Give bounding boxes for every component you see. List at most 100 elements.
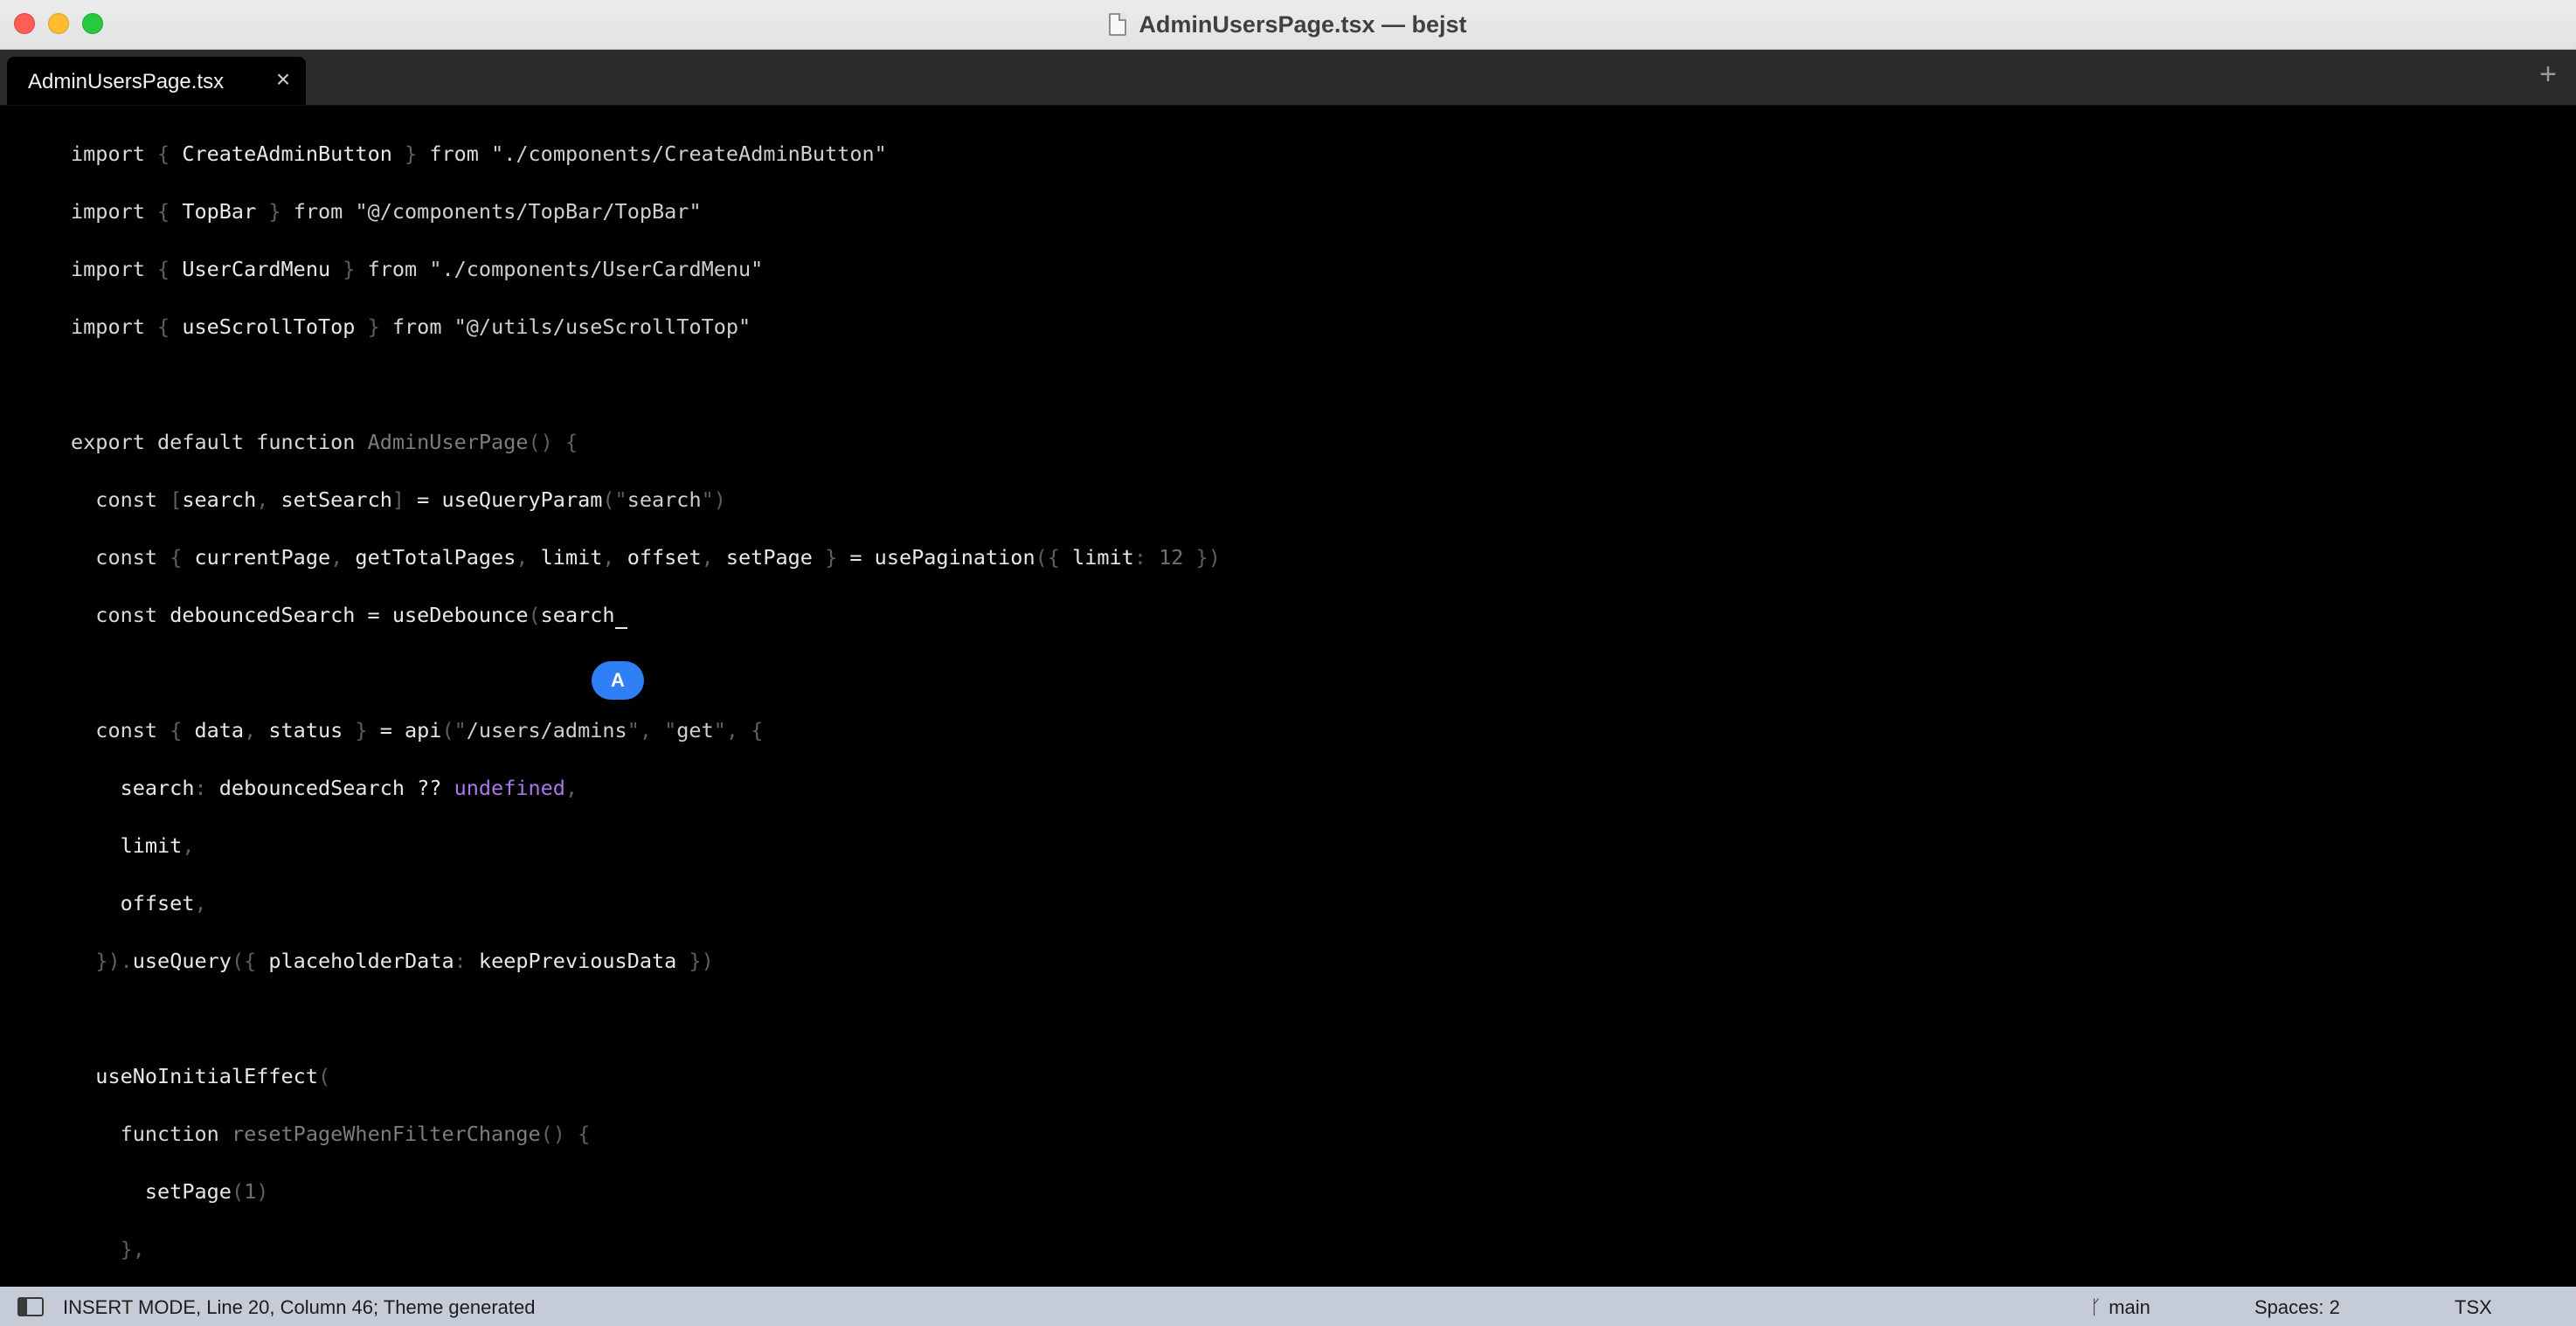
code-token: 1 xyxy=(244,1179,257,1204)
code-token: from xyxy=(367,257,430,281)
code-token: { xyxy=(170,545,195,570)
code-token: = usePagination xyxy=(837,545,1035,570)
code-token: (" xyxy=(441,718,467,742)
code-line[interactable] xyxy=(71,653,1221,711)
code-token: search xyxy=(71,776,195,800)
code-line[interactable]: import { TopBar } from "@/components/Top… xyxy=(71,192,1221,250)
code-token: resetPageWhenFilterChange xyxy=(231,1122,541,1146)
code-line[interactable]: const { currentPage, getTotalPages, limi… xyxy=(71,538,1221,596)
code-token: : xyxy=(194,776,219,800)
code-token: export default function xyxy=(71,430,368,454)
code-token: { xyxy=(157,142,183,166)
code-line[interactable]: search: debouncedSearch ?? undefined, xyxy=(71,769,1221,826)
code-token: } xyxy=(330,257,368,281)
code-token: } xyxy=(256,199,294,224)
code-line[interactable]: import { UserCardMenu } from "./componen… xyxy=(71,250,1221,307)
code-token: const xyxy=(95,718,170,742)
code-line[interactable]: const [search, setSearch] = useQueryPara… xyxy=(71,480,1221,538)
code-token: : xyxy=(454,949,479,973)
code-token: offset xyxy=(71,891,195,915)
git-branch-icon: ᚴ xyxy=(2090,1296,2102,1318)
code-token: ] xyxy=(391,487,405,512)
code-token: ( xyxy=(528,603,541,627)
close-icon[interactable]: × xyxy=(269,66,297,93)
code-token: }). xyxy=(71,949,133,973)
code-line[interactable]: import { useScrollToTop } from "@/utils/… xyxy=(71,307,1221,365)
code-token: , xyxy=(701,545,726,570)
code-token: 12 xyxy=(1159,545,1184,570)
code-line[interactable]: }).useQuery({ placeholderData: keepPrevi… xyxy=(71,942,1221,999)
code-token: import xyxy=(71,199,158,224)
code-token: from xyxy=(391,314,454,339)
code-token: = api xyxy=(367,718,442,742)
tab-admin-users-page[interactable]: AdminUsersPage.tsx × xyxy=(7,57,306,105)
code-token: setPage xyxy=(71,1179,232,1204)
code-token: currentPage xyxy=(194,545,331,570)
code-token: ({ xyxy=(1035,545,1073,570)
code-line[interactable]: offset, xyxy=(71,884,1221,942)
title-bar: AdminUsersPage.tsx — bejst xyxy=(0,0,2576,50)
indentation-setting[interactable]: Spaces: 2 xyxy=(2254,1296,2340,1319)
code-line[interactable]: import { CreateAdminButton } from "./com… xyxy=(71,135,1221,192)
code-token: ({ xyxy=(231,949,269,973)
code-editor[interactable]: import { CreateAdminButton } from "./com… xyxy=(0,106,2576,1287)
code-token: { xyxy=(157,199,183,224)
code-token: function xyxy=(120,1122,232,1146)
code-token: search xyxy=(182,487,257,512)
code-token: () { xyxy=(528,430,578,454)
code-token: "./components/UserCardMenu" xyxy=(429,257,764,281)
code-token: const xyxy=(95,487,170,512)
window-title-group: AdminUsersPage.tsx — bejst xyxy=(0,0,2576,49)
tab-label: AdminUsersPage.tsx xyxy=(28,70,225,93)
code-token: const xyxy=(95,545,170,570)
code-token: } xyxy=(355,314,392,339)
code-token: import xyxy=(71,142,158,166)
code-token: (" xyxy=(602,487,627,512)
code-token: import xyxy=(71,257,158,281)
code-token: , xyxy=(244,718,269,742)
code-line[interactable]: useNoInitialEffect( xyxy=(71,1057,1221,1115)
code-token: TopBar xyxy=(182,199,257,224)
sidebar-icon[interactable] xyxy=(17,1297,44,1316)
code-token: () { xyxy=(540,1122,591,1146)
code-token: ", " xyxy=(627,718,677,742)
code-token: setPage xyxy=(725,545,813,570)
code-token: } xyxy=(391,142,430,166)
code-token: : xyxy=(1133,545,1160,570)
code-line[interactable]: setPage(1) xyxy=(71,1172,1221,1230)
code-line[interactable]: limit, xyxy=(71,826,1221,884)
code-token: from xyxy=(293,199,356,224)
code-line[interactable]: }, xyxy=(71,1230,1221,1287)
code-token: limit xyxy=(71,833,183,858)
code-line[interactable]: const { data, status } = api("/users/adm… xyxy=(71,711,1221,769)
new-tab-plus-icon[interactable]: + xyxy=(2531,57,2566,92)
code-token: } xyxy=(343,718,368,742)
code-token: CreateAdminButton xyxy=(182,142,392,166)
code-line[interactable]: const debouncedSearch = useDebounce(sear… xyxy=(71,596,2576,653)
code-line[interactable]: export default function AdminUserPage() … xyxy=(71,423,1221,480)
syntax-mode[interactable]: TSX xyxy=(2455,1296,2492,1319)
code-token: ", { xyxy=(713,718,764,742)
code-line[interactable]: function resetPageWhenFilterChange() { xyxy=(71,1115,1221,1172)
code-token: search xyxy=(540,603,615,627)
code-line[interactable] xyxy=(71,999,1221,1057)
code-token: offset xyxy=(627,545,702,570)
code-token: , xyxy=(194,891,207,915)
document-icon xyxy=(1109,13,1127,36)
code-token: , xyxy=(564,776,578,800)
code-token: , xyxy=(330,545,356,570)
code-token: keepPreviousData xyxy=(478,949,677,973)
code-token: getTotalPages xyxy=(355,545,516,570)
code-token: undefined xyxy=(454,776,565,800)
code-token: const xyxy=(95,603,170,627)
git-branch-indicator[interactable]: ᚴ main xyxy=(2090,1296,2150,1319)
code-token: , xyxy=(182,833,195,858)
code-token: useNoInitialEffect xyxy=(71,1064,318,1088)
code-line[interactable] xyxy=(71,365,1221,423)
text-cursor xyxy=(614,603,627,629)
branch-name: main xyxy=(2109,1296,2150,1318)
